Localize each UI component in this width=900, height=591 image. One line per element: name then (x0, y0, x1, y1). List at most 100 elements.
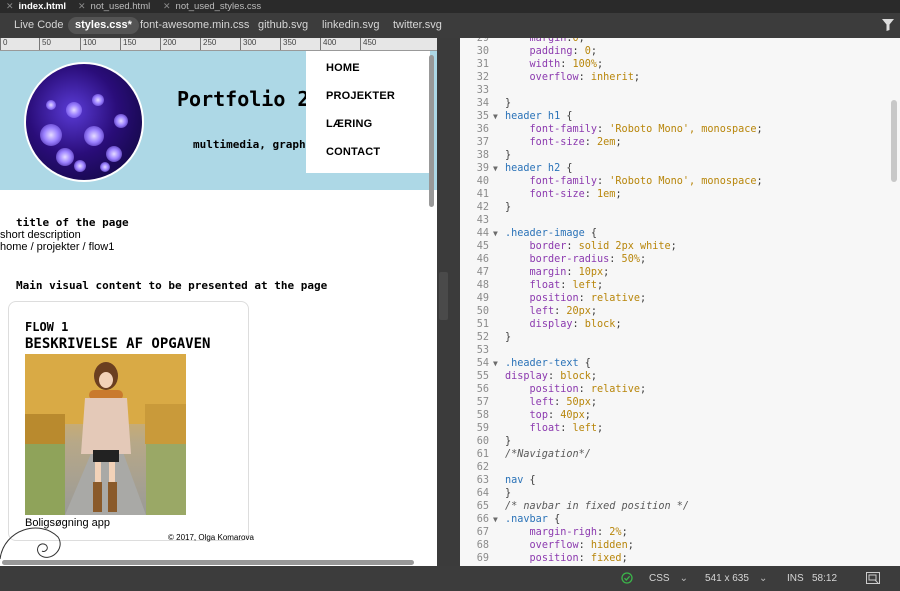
code-line[interactable]: 53 (460, 344, 900, 357)
code-line[interactable]: 57 left: 50px; (460, 396, 900, 409)
code-line[interactable]: 60} (460, 435, 900, 448)
nav-contact[interactable]: CONTACT (326, 146, 380, 158)
code-line[interactable]: 43 (460, 214, 900, 227)
code-line[interactable]: 33 (460, 84, 900, 97)
line-number: 48 (476, 280, 489, 291)
code-line[interactable]: 30 padding: 0; (460, 45, 900, 58)
ruler-tick: 150 (120, 38, 136, 50)
code-editor[interactable]: 29 margin:0; 30 padding: 0; 31 width: 100%… (460, 38, 900, 566)
code-line[interactable]: 29 margin:0; (460, 38, 900, 45)
code-text: margin: 10px; (529, 267, 610, 278)
header-title: Portfolio 2 (177, 87, 310, 111)
file-tab-index[interactable]: ✕ index.html (6, 0, 66, 13)
fold-arrow-icon[interactable]: ▼ (493, 110, 498, 123)
code-line[interactable]: 65 /* navbar in fixed position */ (460, 500, 900, 513)
code-line[interactable]: 50 left: 20px; (460, 305, 900, 318)
code-line[interactable]: 31 width: 100%; (460, 58, 900, 71)
code-line[interactable]: 42} (460, 201, 900, 214)
code-text: font-size: 2em; (529, 137, 622, 148)
panel-splitter[interactable] (437, 38, 460, 566)
code-text: display: block; (505, 371, 598, 382)
line-number: 55 (476, 371, 489, 382)
code-line[interactable]: 67 margin-righ: 2%; (460, 526, 900, 539)
nav-laering[interactable]: LÆRING (326, 118, 372, 130)
code-line[interactable]: 52} (460, 331, 900, 344)
ruler-tick: 300 (240, 38, 256, 50)
code-line[interactable]: 49 position: relative; (460, 292, 900, 305)
code-line[interactable]: 41 font-size: 1em; (460, 188, 900, 201)
related-file-styles[interactable]: styles.css* (68, 17, 139, 34)
code-line[interactable]: 63 nav { (460, 474, 900, 487)
line-number: 51 (476, 319, 489, 330)
check-circle-icon[interactable] (621, 572, 633, 584)
vertical-scrollbar[interactable] (429, 55, 434, 207)
code-line[interactable]: 48 float: left; (460, 279, 900, 292)
code-line[interactable]: 45 border: solid 2px white; (460, 240, 900, 253)
header-subtitle: multimedia, graphic (193, 138, 319, 151)
code-line[interactable]: 37 font-size: 2em; (460, 136, 900, 149)
code-line[interactable]: 46 border-radius: 50%; (460, 253, 900, 266)
close-icon[interactable]: ✕ (6, 1, 14, 11)
line-number: 60 (476, 436, 489, 447)
related-file-linkedin[interactable]: linkedin.svg (322, 17, 379, 34)
cursor-position[interactable]: 58:12 (812, 573, 837, 584)
code-line[interactable]: 61 /*Navigation*/ (460, 448, 900, 461)
window-size-select[interactable]: 541 x 635 (705, 573, 767, 584)
related-file-github[interactable]: github.svg (258, 17, 308, 34)
code-line[interactable]: 69 position: fixed; (460, 552, 900, 565)
line-number: 47 (476, 267, 489, 278)
line-number: 32 (476, 72, 489, 83)
code-line[interactable]: 66 ▼ .navbar { (460, 513, 900, 526)
file-tab-not-used-styles[interactable]: ✕ not_used_styles.css (163, 0, 261, 13)
preview-icon[interactable] (866, 572, 880, 584)
fold-arrow-icon[interactable]: ▼ (493, 162, 498, 175)
code-line[interactable]: 54 ▼ .header-text { (460, 357, 900, 370)
insert-mode[interactable]: INS (787, 573, 804, 584)
code-line[interactable]: 64} (460, 487, 900, 500)
code-text: float: left; (529, 280, 604, 291)
code-line[interactable]: 36 font-family: 'Roboto Mono', monospace… (460, 123, 900, 136)
fold-arrow-icon[interactable]: ▼ (493, 357, 498, 370)
code-line[interactable]: 40 font-family: 'Roboto Mono', monospace… (460, 175, 900, 188)
horizontal-scrollbar[interactable] (2, 560, 414, 565)
code-line[interactable]: 47 margin: 10px; (460, 266, 900, 279)
filter-icon[interactable] (882, 19, 894, 31)
close-icon[interactable]: ✕ (78, 1, 86, 11)
nav-home[interactable]: HOME (326, 62, 360, 74)
project-card[interactable]: FLOW 1 BESKRIVELSE AF OPGAVEN Boligsøgni… (8, 301, 249, 541)
breadcrumb[interactable]: home / projekter / flow1 (0, 241, 114, 253)
fold-arrow-icon[interactable]: ▼ (493, 227, 498, 240)
code-line[interactable]: 56 position: relative; (460, 383, 900, 396)
code-line[interactable]: 44 ▼ .header-image { (460, 227, 900, 240)
nav-projekter[interactable]: PROJEKTER (326, 90, 395, 102)
code-line[interactable]: 35 ▼ header h1 { (460, 110, 900, 123)
line-number: 41 (476, 189, 489, 200)
code-line[interactable]: 62 (460, 461, 900, 474)
code-line[interactable]: 58 top: 40px; (460, 409, 900, 422)
code-line[interactable]: 39 ▼ header h2 { (460, 162, 900, 175)
code-text: position: relative; (529, 293, 647, 304)
code-line[interactable]: 34} (460, 97, 900, 110)
close-icon[interactable]: ✕ (163, 1, 171, 11)
live-code-button[interactable]: Live Code (14, 17, 64, 34)
line-number: 50 (476, 306, 489, 317)
live-view-panel[interactable]: Portfolio 2 multimedia, graphic HOME PRO… (0, 51, 437, 566)
line-number: 31 (476, 59, 489, 70)
code-line[interactable]: 32 overflow: inherit; (460, 71, 900, 84)
code-line[interactable]: 68 overflow: hidden; (460, 539, 900, 552)
fold-arrow-icon[interactable]: ▼ (493, 513, 498, 526)
splitter-handle[interactable] (439, 272, 448, 320)
line-number: 53 (476, 345, 489, 356)
code-line[interactable]: 59 float: left; (460, 422, 900, 435)
code-line[interactable]: 38} (460, 149, 900, 162)
code-line[interactable]: 55 display: block; (460, 370, 900, 383)
page-description: short description (0, 229, 81, 241)
line-number: 33 (476, 85, 489, 96)
language-select[interactable]: CSS (649, 573, 688, 584)
related-file-font-awesome[interactable]: font-awesome.min.css (140, 17, 249, 34)
line-number: 35 (476, 111, 489, 122)
file-tab-not-used-html[interactable]: ✕ not_used.html (78, 0, 150, 13)
related-file-twitter[interactable]: twitter.svg (393, 17, 442, 34)
code-line[interactable]: 51 display: block; (460, 318, 900, 331)
code-text: } (505, 202, 512, 213)
